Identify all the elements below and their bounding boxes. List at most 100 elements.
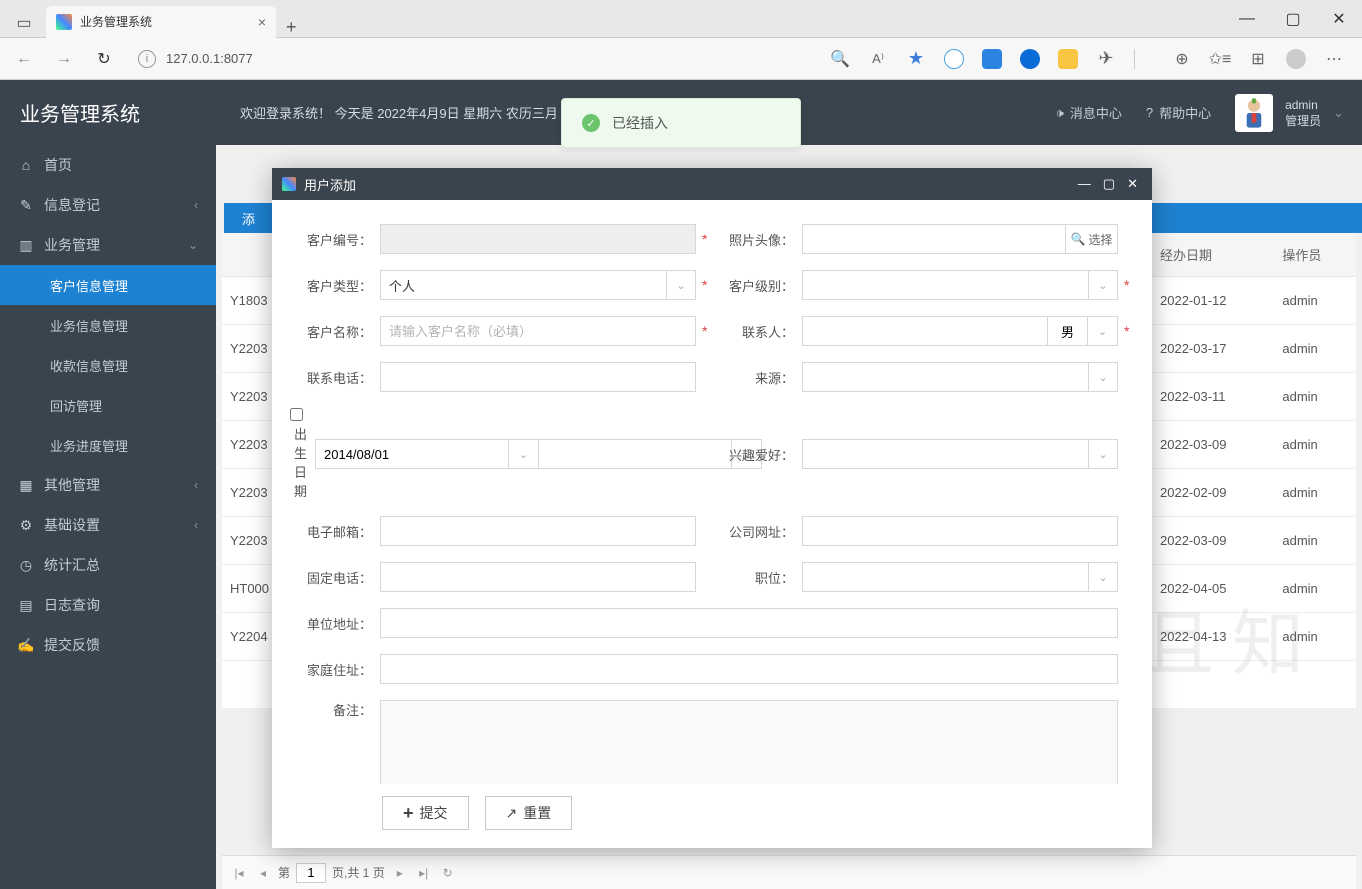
submit-button[interactable]: +提交 [382,796,469,830]
input-home-addr[interactable] [380,654,1118,684]
tab-list-icon[interactable]: ▭ [8,8,40,38]
input-cust-level[interactable] [802,270,1088,300]
input-work-addr[interactable] [380,608,1118,638]
sidebar-sub-visit[interactable]: 回访管理 [0,385,216,425]
user-name: admin [1285,97,1321,113]
window-maximize-icon[interactable]: ▢ [1270,0,1316,38]
input-hobby[interactable] [802,439,1088,469]
sidebar-item-log[interactable]: ▤日志查询 [0,585,216,625]
dialog-close-icon[interactable]: ✕ [1123,176,1142,192]
sidebar-label: 日志查询 [44,595,100,615]
sidebar-sub-payment[interactable]: 收款信息管理 [0,345,216,385]
message-center-link[interactable]: 🕩 消息中心 [1056,103,1122,122]
birth-checkbox[interactable] [290,408,303,421]
input-phone[interactable] [380,362,696,392]
pager-page-input[interactable] [296,863,326,883]
browser-menu-icon[interactable]: ⋯ [1324,49,1344,69]
chevron-down-icon[interactable]: ⌄ [1088,439,1118,469]
sidebar-item-stats[interactable]: ◷统计汇总 [0,545,216,585]
chevron-left-icon: ‹ [194,518,198,532]
site-info-icon[interactable]: i [138,50,156,68]
input-birth-date[interactable] [315,439,509,469]
user-menu[interactable]: admin 管理员 ⌄ [1235,94,1344,132]
sidebar-item-info-reg[interactable]: ✎信息登记‹ [0,185,216,225]
window-close-icon[interactable]: ✕ [1316,0,1362,38]
sidebar-sub-progress[interactable]: 业务进度管理 [0,425,216,465]
extension-icon-3[interactable] [1020,49,1040,69]
chevron-down-icon[interactable]: ⌄ [509,439,539,469]
sidebar-item-biz-mgmt[interactable]: ▥业务管理⌄ [0,225,216,265]
input-tel[interactable] [380,562,696,592]
new-tab-button[interactable]: + [286,17,297,38]
chevron-down-icon[interactable]: ⌄ [1088,362,1118,392]
input-email[interactable] [380,516,696,546]
cell-date [1152,661,1274,709]
input-gender[interactable] [1048,316,1088,346]
search-icon[interactable]: 🔍 [830,49,850,69]
help-icon: ? [1146,105,1153,120]
sidebar-sub-customer[interactable]: 客户信息管理 [0,265,216,305]
help-center-link[interactable]: ? 帮助中心 [1146,103,1211,122]
input-position[interactable] [802,562,1088,592]
reset-button[interactable]: ↗重置 [485,796,573,830]
tab-close-icon[interactable]: × [258,14,266,30]
add-button-label: 添 [242,209,255,228]
extension-icon-1[interactable] [944,49,964,69]
window-minimize-icon[interactable]: — [1224,0,1270,38]
col-op: 操作员 [1274,233,1356,277]
input-cust-name[interactable] [380,316,696,346]
tab-title: 业务管理系统 [80,13,152,30]
chevron-down-icon[interactable]: ⌄ [1088,562,1118,592]
read-aloud-icon[interactable]: A⁾ [868,49,888,69]
input-remark[interactable] [380,700,1118,784]
favorites-bar-icon[interactable]: ✩≡ [1210,49,1230,69]
input-website[interactable] [802,516,1118,546]
chevron-down-icon[interactable]: ⌄ [1088,270,1118,300]
label-birth: 出生日期 [290,408,315,500]
cell-date: 2022-02-09 [1152,469,1274,517]
input-birth-time[interactable] [539,439,732,469]
dialog-title: 用户添加 [304,175,356,194]
required-mark: * [1124,277,1134,293]
input-contact[interactable] [802,316,1048,346]
grid-icon: ▦ [18,477,34,494]
sidebar-item-other[interactable]: ▦其他管理‹ [0,465,216,505]
extension-icon-4[interactable] [1058,49,1078,69]
profile-avatar-icon[interactable] [1286,49,1306,69]
dialog-minimize-icon[interactable]: — [1074,176,1095,192]
sidebar-label: 回访管理 [50,396,102,415]
pager-prev-icon[interactable]: ◂ [254,866,272,880]
cell-op: admin [1274,277,1356,325]
nav-refresh-icon[interactable]: ↻ [88,43,120,75]
browser-tab[interactable]: 业务管理系统 × [46,6,276,38]
pager-refresh-icon[interactable]: ↻ [439,866,457,880]
extension-icon-5[interactable]: ✈ [1096,49,1116,69]
photo-select-button[interactable]: 🔍选择 [1066,224,1118,254]
url-bar[interactable]: i 127.0.0.1:8077 [128,44,812,74]
chevron-down-icon[interactable]: ⌄ [1088,316,1118,346]
sidebar-label: 统计汇总 [44,555,100,575]
favorite-star-icon[interactable]: ★ [906,49,926,69]
pager-first-icon[interactable]: |◂ [230,866,248,880]
collections-icon[interactable]: ⊞ [1248,49,1268,69]
nav-forward-icon: → [48,43,80,75]
cell-op: admin [1274,373,1356,421]
export-icon: ↗ [506,805,518,822]
input-cust-type[interactable] [380,270,666,300]
extension-icon-2[interactable] [982,49,1002,69]
pager-next-icon[interactable]: ▸ [391,866,409,880]
extensions-menu-icon[interactable]: ⊕ [1172,49,1192,69]
input-source[interactable] [802,362,1088,392]
dialog-header[interactable]: 用户添加 — ▢ ✕ [272,168,1152,200]
input-photo[interactable] [802,224,1066,254]
sidebar-sub-business[interactable]: 业务信息管理 [0,305,216,345]
sidebar-item-feedback[interactable]: ✍提交反馈 [0,625,216,665]
dialog-maximize-icon[interactable]: ▢ [1099,176,1119,192]
nav-back-icon[interactable]: ← [8,43,40,75]
sidebar-label: 业务信息管理 [50,316,128,335]
sidebar-item-home[interactable]: ⌂首页 [0,145,216,185]
chevron-down-icon[interactable]: ⌄ [666,270,696,300]
sidebar-item-basic[interactable]: ⚙基础设置‹ [0,505,216,545]
pager-last-icon[interactable]: ▸| [415,866,433,880]
browser-toolbar: ← → ↻ i 127.0.0.1:8077 🔍 A⁾ ★ ✈ ⊕ ✩≡ ⊞ ⋯ [0,38,1362,80]
